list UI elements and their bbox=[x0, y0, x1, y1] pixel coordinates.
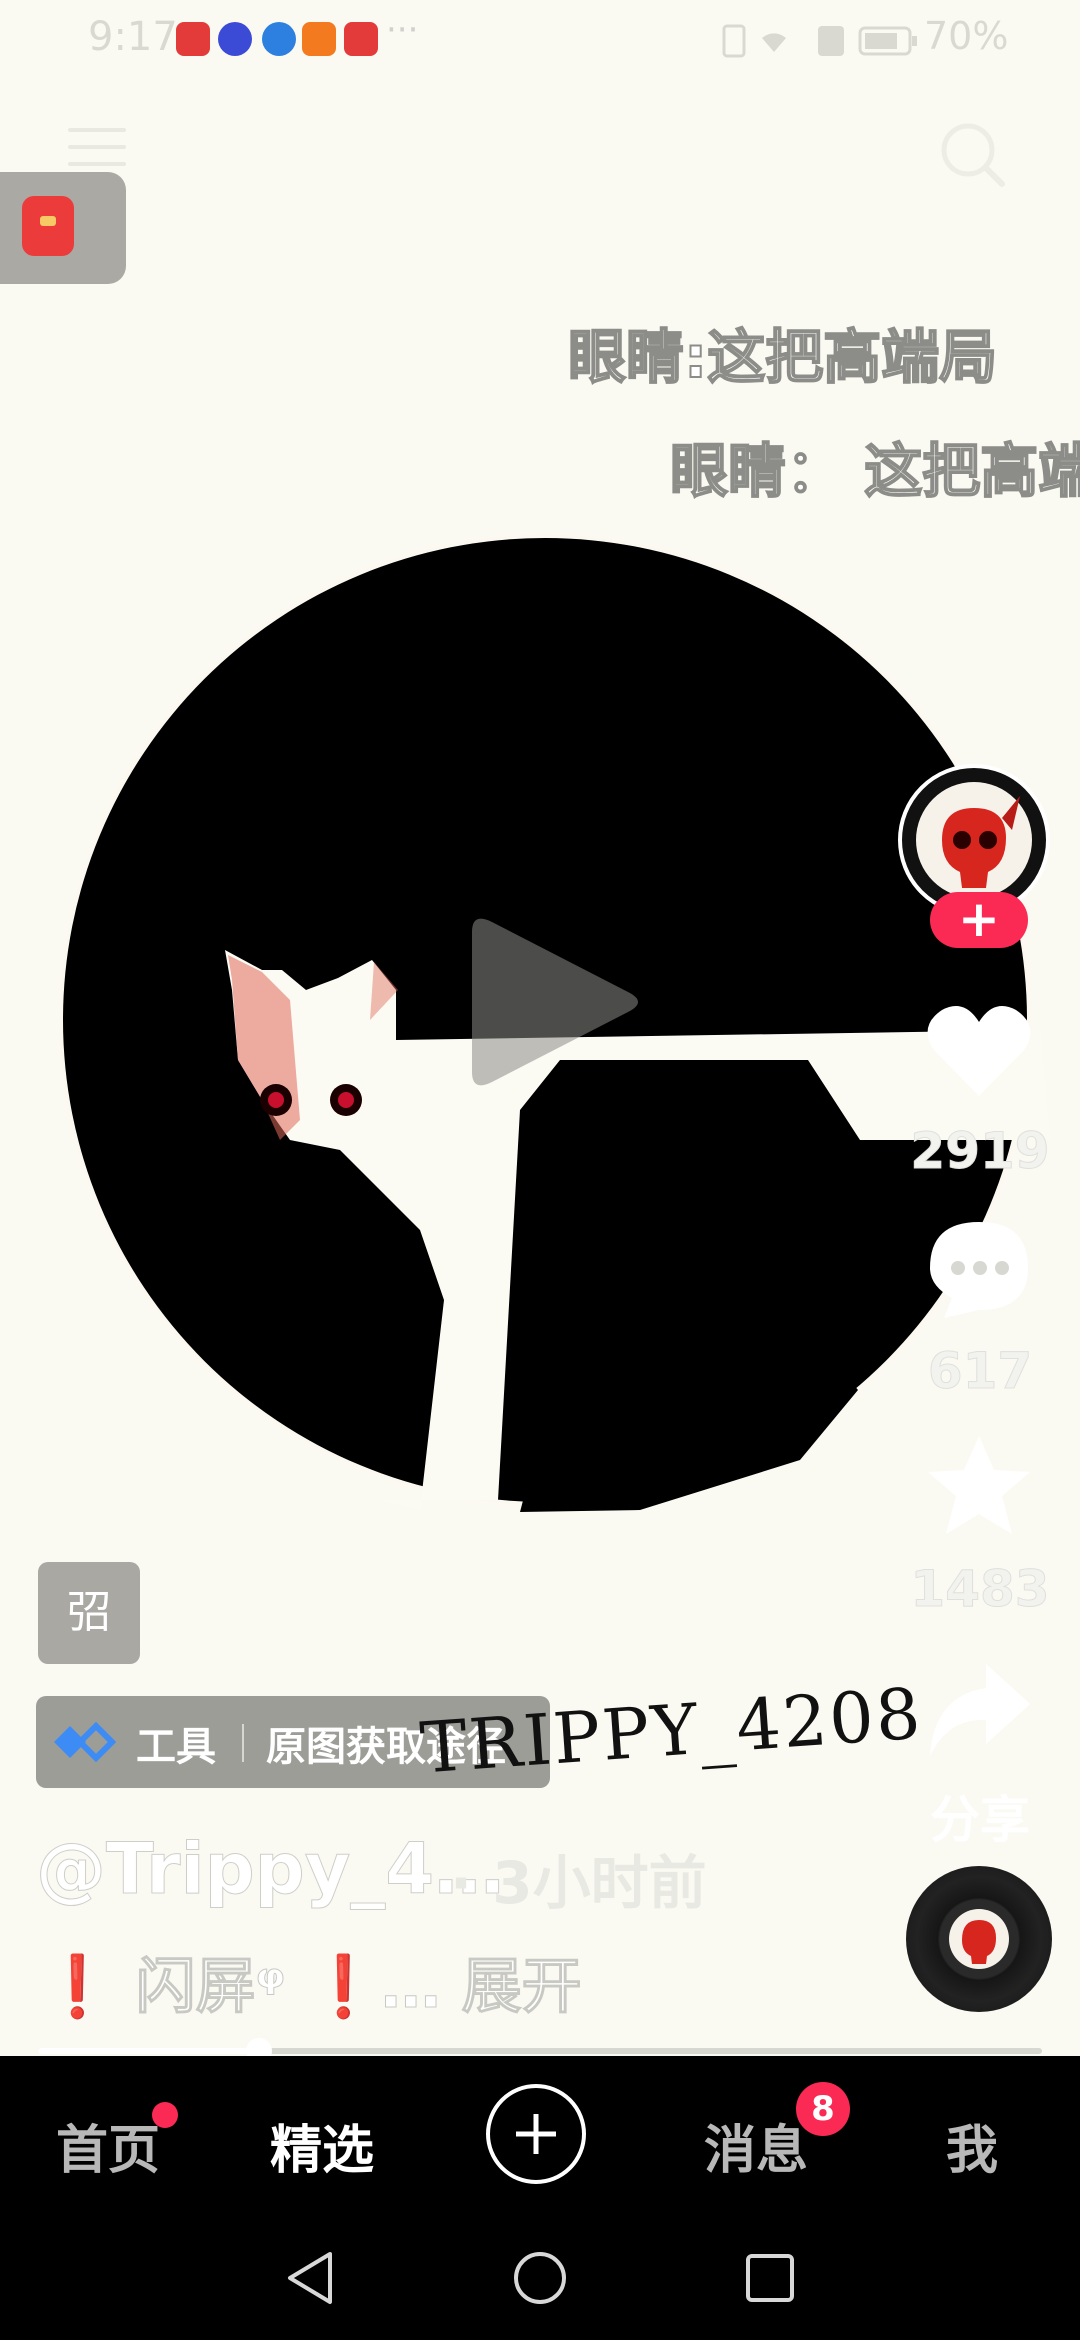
back-icon[interactable] bbox=[282, 2248, 338, 2308]
artist-signature: TRIPPY_4208 bbox=[417, 1672, 925, 1790]
tool-label: 工具 bbox=[136, 1724, 216, 1770]
appgallery-icon bbox=[344, 22, 378, 56]
signal-wifi-icons bbox=[722, 24, 844, 58]
share-label: 分享 bbox=[930, 1791, 1030, 1849]
video-artwork[interactable] bbox=[0, 500, 1080, 1580]
nav-messages[interactable]: 消息 bbox=[704, 2108, 808, 2183]
like-count: 2919 bbox=[910, 1122, 1050, 1181]
red-packet-widget[interactable] bbox=[0, 172, 126, 284]
video-icon bbox=[302, 22, 336, 56]
expand-link[interactable]: … 展开 bbox=[380, 1952, 582, 2023]
menu-icon[interactable] bbox=[68, 128, 126, 168]
comment-icon[interactable] bbox=[924, 1214, 1034, 1324]
status-bar: 9:17 ··· 70% bbox=[0, 0, 1080, 84]
overlay-caption: 眼睛:这把高端局 bbox=[567, 322, 998, 392]
battery-percent: 70% bbox=[924, 14, 1009, 58]
more-notifications-icon: ··· bbox=[386, 10, 419, 50]
overlay-caption: 眼睛： 这把高端 bbox=[669, 436, 1080, 506]
author-name[interactable]: @Trippy_4… bbox=[35, 1828, 504, 1911]
plus-icon bbox=[516, 2114, 556, 2154]
bottom-nav: 首页 精选 消息 8 我 bbox=[0, 2056, 1080, 2220]
comment-count: 617 bbox=[927, 1342, 1033, 1401]
exclamation-icon: ❗ bbox=[306, 1952, 381, 2022]
create-button[interactable] bbox=[486, 2084, 586, 2184]
music-icon bbox=[218, 22, 252, 56]
recents-icon[interactable] bbox=[742, 2250, 798, 2306]
home-icon[interactable] bbox=[510, 2248, 570, 2308]
notification-dot bbox=[152, 2102, 178, 2128]
share-icon[interactable] bbox=[924, 1660, 1034, 1760]
like-icon[interactable] bbox=[924, 1000, 1034, 1100]
description-text: 闪屏ᵠ bbox=[114, 1952, 307, 2023]
post-time: · 3小时前 bbox=[450, 1849, 707, 1917]
music-disc[interactable] bbox=[906, 1866, 1052, 2012]
browser-icon bbox=[262, 22, 296, 56]
status-time: 9:17 bbox=[88, 14, 178, 60]
progress-fill bbox=[38, 2048, 259, 2054]
messages-badge: 8 bbox=[796, 2082, 850, 2136]
tool-icon bbox=[54, 1722, 117, 1762]
battery-icon bbox=[858, 26, 917, 56]
hint-chip[interactable]: 弨 bbox=[38, 1562, 140, 1664]
divider bbox=[242, 1724, 244, 1762]
follow-button[interactable]: + bbox=[930, 892, 1028, 948]
nav-home[interactable]: 首页 bbox=[56, 2108, 160, 2183]
video-description[interactable]: ❗ 闪屏ᵠ ❗… 展开 bbox=[40, 1938, 582, 2025]
appgallery-icon bbox=[176, 22, 210, 56]
favorite-count: 1483 bbox=[910, 1560, 1050, 1619]
system-nav-bar bbox=[0, 2220, 1080, 2340]
red-packet-icon bbox=[22, 196, 74, 256]
favorite-star-icon[interactable] bbox=[924, 1432, 1034, 1540]
nav-featured[interactable]: 精选 bbox=[270, 2108, 374, 2183]
nav-me[interactable]: 我 bbox=[946, 2108, 998, 2183]
search-icon[interactable] bbox=[938, 120, 1008, 190]
exclamation-icon: ❗ bbox=[40, 1952, 115, 2022]
